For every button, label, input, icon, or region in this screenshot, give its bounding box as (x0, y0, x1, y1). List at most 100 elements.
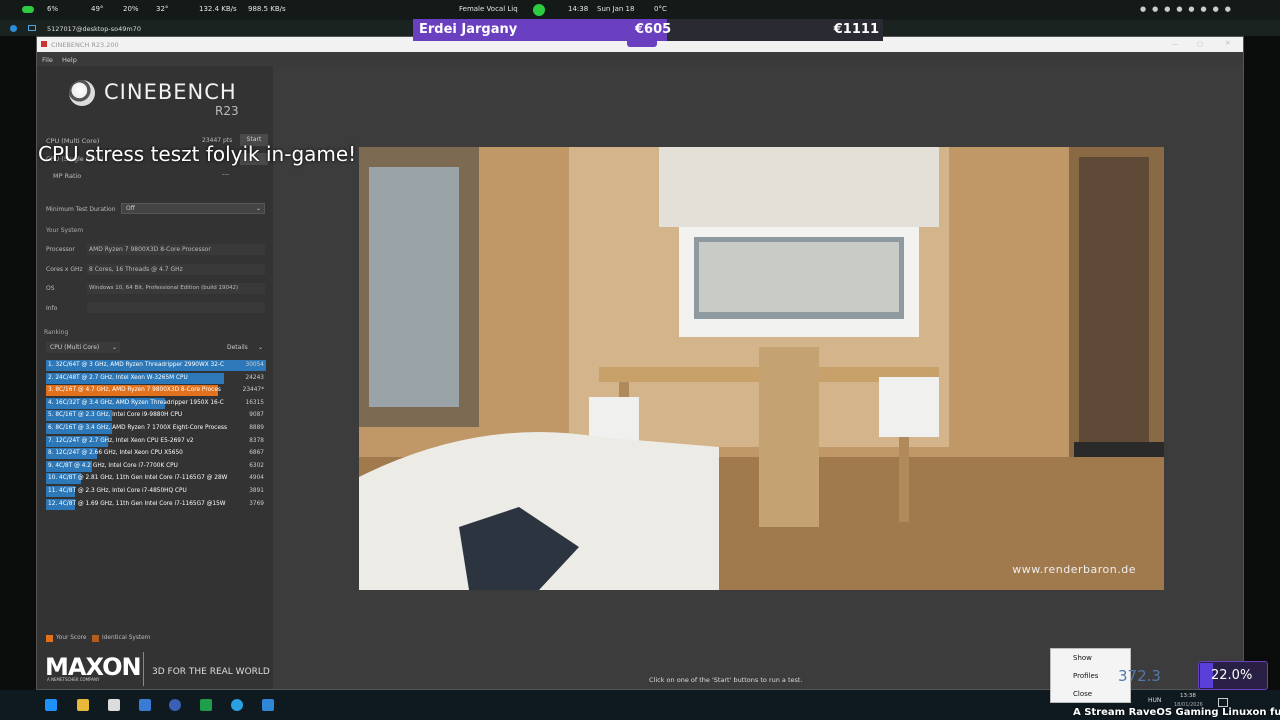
language-indicator[interactable]: HUN (1148, 697, 1161, 704)
date: Sun Jan 18 (597, 5, 635, 13)
cinebench-taskbar-icon[interactable] (169, 699, 181, 711)
ranking-row[interactable]: 5. 8C/16T @ 2.3 GHz, Intel Core i9-9880H… (46, 410, 266, 422)
ranking-row[interactable]: 6. 8C/16T @ 3.4 GHz, AMD Ryzen 7 1700X E… (46, 423, 266, 434)
your-score-label: Your Score (56, 635, 87, 641)
chevron-down-icon: ⌄ (111, 344, 117, 351)
donation-current: €605 (635, 22, 672, 37)
stream-overlay-caption: CPU stress teszt folyik in-game! (38, 142, 357, 166)
ranking-row[interactable]: 4. 16C/32T @ 3.4 GHz, AMD Ryzen Threadri… (46, 397, 266, 409)
ranking-row[interactable]: 10. 4C/8T @ 2.81 GHz, 11th Gen Intel Cor… (46, 473, 266, 485)
identical-system-swatch (92, 635, 99, 642)
cinebench-window: CINEBENCH R23.200 — ▢ ✕ File Help CINEBE… (36, 36, 1244, 690)
notification-icon[interactable] (1218, 698, 1228, 707)
ranking-row-score: 3891 (249, 488, 264, 494)
tray-icons[interactable]: ●●●●●●●● (1140, 5, 1260, 14)
app-icon (41, 41, 47, 47)
render-watermark: www.renderbaron.de (1012, 563, 1136, 576)
remote-icon (10, 25, 17, 32)
ranking-filter-value: CPU (Multi Core) (50, 344, 100, 351)
render-viewport: www.renderbaron.de (359, 147, 1164, 590)
processor-value: AMD Ryzen 7 9800X3D 8-Core Processor (87, 244, 265, 255)
menu-item-profiles[interactable]: Profiles (1073, 672, 1098, 680)
ranking-row-label: 9. 4C/8T @ 4.2 GHz, Intel Core i7-7700K … (48, 462, 178, 469)
file-explorer-icon[interactable] (77, 699, 89, 711)
ranking-row[interactable]: 12. 4C/8T @ 1.69 GHz, 11th Gen Intel Cor… (46, 498, 266, 510)
brand-title: CINEBENCH (104, 80, 237, 104)
info-field[interactable] (87, 302, 265, 313)
cpu-toggle-icon[interactable] (22, 6, 34, 13)
net-up: 988.5 KB/s (248, 5, 286, 13)
ranking-row-score: 3769 (249, 500, 264, 507)
ranking-list: 1. 32C/64T @ 3 GHz, AMD Ryzen Threadripp… (37, 360, 273, 510)
rendered-room-image (359, 147, 1164, 590)
duration-label: Minimum Test Duration (46, 206, 116, 213)
browser-icon[interactable] (231, 699, 243, 711)
weather: 0°C (654, 5, 667, 13)
ranking-row-score: 4904 (249, 475, 264, 482)
stream-ticker: A Stream RaveOS Gaming Linuxon fut (1073, 707, 1280, 718)
windows-start-icon[interactable] (45, 699, 57, 711)
mp-ratio-value: --- (222, 170, 230, 178)
duration-value: Off (126, 205, 135, 212)
cpu-load-percent: 22.0% (1211, 668, 1253, 683)
system-heading: Your System (46, 227, 84, 234)
menu-item-show[interactable]: Show (1073, 654, 1092, 662)
processor-label: Processor (46, 246, 75, 253)
menu-help[interactable]: Help (62, 56, 77, 64)
memory-usage: 20% (123, 5, 139, 13)
ranking-row-score: 24243 (245, 374, 264, 381)
ranking-row[interactable]: 8. 12C/24T @ 2.66 GHz, Intel Xeon CPU X5… (46, 448, 266, 460)
menu-bar: File Help (37, 52, 1243, 66)
remote-tool-icon[interactable] (262, 699, 274, 711)
ranking-row[interactable]: 7. 12C/24T @ 2.7 GHz, Intel Xeon CPU E5-… (46, 435, 266, 447)
gpu-tool-icon[interactable] (200, 699, 212, 711)
ranking-row-label: 4. 16C/32T @ 3.4 GHz, AMD Ryzen Threadri… (48, 399, 224, 406)
start-hint: Click on one of the 'Start' buttons to r… (649, 676, 803, 684)
ranking-row-label: 2. 24C/48T @ 2.7 GHz, Intel Xeon W-3265M… (48, 374, 188, 381)
cinema4d-logo-icon (69, 80, 95, 106)
ranking-row-score: 8378 (249, 437, 264, 444)
cores-value: 8 Cores, 16 Threads @ 4.7 GHz (87, 264, 265, 275)
donation-marker (627, 38, 657, 47)
ranking-row-score: 6302 (249, 462, 264, 469)
cpu-usage: 6% (47, 5, 59, 13)
ranking-row-label: 7. 12C/24T @ 2.7 GHz, Intel Xeon CPU E5-… (48, 437, 194, 444)
info-label: Info (46, 305, 58, 312)
app-icon[interactable] (139, 699, 151, 711)
menu-item-close[interactable]: Close (1073, 690, 1092, 698)
details-label: Details (227, 344, 248, 351)
ranking-filter-select[interactable]: CPU (Multi Core) ⌄ (46, 342, 120, 353)
identical-system-label: Identical System (102, 635, 151, 641)
details-dropdown[interactable]: Details ⌄ (227, 342, 265, 353)
ranking-row-score: 30054 (245, 362, 264, 368)
top-status-bar: 6% 49° 20% 32° 132.4 KB/s 988.5 KB/s Fem… (0, 0, 1280, 20)
ranking-row-score: 9087 (249, 412, 264, 419)
taskbar-clock: 13:38 (1180, 693, 1196, 699)
ranking-row[interactable]: 1. 32C/64T @ 3 GHz, AMD Ryzen Threadripp… (46, 360, 266, 371)
ranking-row-score: 6867 (249, 450, 264, 457)
ranking-row[interactable]: 2. 24C/48T @ 2.7 GHz, Intel Xeon W-3265M… (46, 372, 266, 384)
ranking-row[interactable]: 11. 4C/8T @ 2.3 GHz, Intel Core i7-4850H… (46, 486, 266, 497)
ranking-row[interactable]: 3. 8C/16T @ 4.7 GHz, AMD Ryzen 7 9800X3D… (46, 385, 266, 397)
ranking-row-label: 12. 4C/8T @ 1.69 GHz, 11th Gen Intel Cor… (48, 500, 226, 507)
cpu-temp: 49° (91, 5, 104, 13)
menu-file[interactable]: File (42, 56, 53, 64)
logo-divider (143, 652, 144, 686)
close-button[interactable]: ✕ (1225, 39, 1230, 47)
power-readout: 372.3 (1118, 667, 1161, 685)
media-title[interactable]: Female Vocal Liq (459, 5, 518, 13)
ranking-row-score: 8889 (249, 425, 264, 431)
minimize-button[interactable]: — (1172, 40, 1179, 48)
os-value: Windows 10, 64 Bit, Professional Edition… (87, 283, 265, 294)
ranking-row-label: 6. 8C/16T @ 3.4 GHz, AMD Ryzen 7 1700X E… (48, 425, 227, 431)
chevron-down-icon: ⌄ (255, 205, 261, 212)
your-score-swatch (46, 635, 53, 642)
duration-select[interactable]: Off ⌄ (121, 203, 265, 214)
ranking-heading: Ranking (44, 329, 69, 336)
ranking-row-label: 8. 12C/24T @ 2.66 GHz, Intel Xeon CPU X5… (48, 450, 183, 457)
remote-session-name: 5127017@desktop-so49m70 (47, 25, 141, 33)
ranking-row[interactable]: 9. 4C/8T @ 4.2 GHz, Intel Core i7-7700K … (46, 460, 266, 472)
pause-icon[interactable] (533, 4, 545, 16)
maximize-button[interactable]: ▢ (1197, 40, 1203, 48)
store-icon[interactable] (108, 699, 120, 711)
